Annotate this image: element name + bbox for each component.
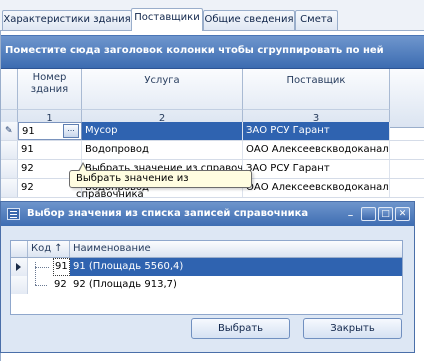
dialog-close-button[interactable]: ✕ [395, 207, 410, 221]
pencil-icon: ✎ [5, 126, 13, 136]
tab-suppliers[interactable]: Поставщики [131, 8, 203, 31]
group-by-panel[interactable]: Поместите сюда заголовок колонки чтобы с… [1, 35, 424, 69]
column-header-building-number[interactable]: Номер здания [18, 69, 82, 109]
lookup-list: Код ↑ Наименование 91 91 (Площадь 5560,4)… [10, 240, 403, 315]
lookup-header-indicator [11, 241, 28, 257]
column-header-name[interactable]: Наименование [70, 241, 402, 257]
dialog-list-icon [7, 208, 20, 220]
lookup-header: Код ↑ Наименование [11, 241, 402, 258]
name-cell[interactable]: 92 (Площадь 913,7) [70, 276, 402, 294]
table-row[interactable]: ✎ 91 ... Мусор ЗАО РСУ Гарант [1, 122, 424, 141]
lookup-tooltip: Выбрать значение из справочника [69, 162, 252, 200]
row-indicator: ✎ [1, 122, 18, 140]
dialog-title: Выбор значения из списка записей справоч… [27, 208, 309, 219]
supplier-cell[interactable]: ОАО Алексеевскводоканал [243, 179, 390, 197]
code-cell[interactable]: 92 [51, 276, 70, 294]
supplier-cell[interactable]: ОАО Алексеевскводоканал [243, 141, 390, 159]
current-row-arrow-icon [16, 263, 21, 271]
grid-header: Номер здания Услуга Поставщик 1 2 3 [1, 69, 424, 128]
service-cell[interactable]: Мусор [82, 122, 243, 140]
column-header-supplier[interactable]: Поставщик [243, 69, 390, 109]
building-number-cell[interactable]: 91 [18, 141, 82, 159]
name-cell[interactable]: 91 (Площадь 5560,4) [70, 258, 402, 276]
tab-building-characteristics[interactable]: Характеристики здания [2, 10, 132, 30]
lookup-dialog: Выбор значения из списка записей справоч… [0, 201, 415, 353]
close-button[interactable]: Закрыть [303, 318, 402, 339]
select-button[interactable]: Выбрать [191, 318, 290, 339]
tab-strip: Характеристики здания Поставщики Общие с… [0, 0, 424, 31]
table-row[interactable]: 91 Водопровод ОАО Алексеевскводоканал [1, 141, 424, 160]
dialog-title-bar[interactable]: Выбор значения из списка записей справоч… [1, 202, 414, 226]
row-indicator [1, 160, 18, 178]
dialog-minimize-button[interactable] [361, 207, 376, 221]
tooltip-tail-fill [79, 164, 87, 172]
list-item[interactable]: 91 91 (Площадь 5560,4) [11, 258, 402, 276]
lookup-ellipsis-button[interactable]: ... [63, 124, 79, 138]
sort-ascending-icon: ↑ [54, 243, 63, 254]
column-header-service[interactable]: Услуга [82, 69, 243, 109]
code-cell[interactable]: 91 [53, 258, 70, 276]
service-cell[interactable]: Водопровод [82, 141, 243, 159]
row-indicator [11, 258, 28, 276]
tab-estimate[interactable]: Смета [295, 10, 338, 30]
supplier-cell[interactable]: ЗАО РСУ Гарант [243, 122, 390, 140]
row-indicator [11, 276, 28, 294]
building-number-editor[interactable]: 91 ... [18, 122, 82, 140]
column-header-code-label: Код [31, 243, 52, 254]
tab-general-info[interactable]: Общие сведения [203, 10, 295, 30]
row-indicator [1, 179, 18, 197]
row-indicator [1, 141, 18, 159]
building-number-value: 91 [22, 126, 35, 137]
header-indicator [1, 69, 18, 109]
column-header-code[interactable]: Код ↑ [28, 241, 70, 257]
list-item[interactable]: 92 92 (Площадь 913,7) [11, 276, 402, 294]
dialog-maximize-button[interactable]: □ [378, 207, 393, 221]
minimize-icon[interactable]: _ [343, 207, 358, 221]
supplier-cell[interactable]: ЗАО РСУ Гарант [243, 160, 390, 178]
